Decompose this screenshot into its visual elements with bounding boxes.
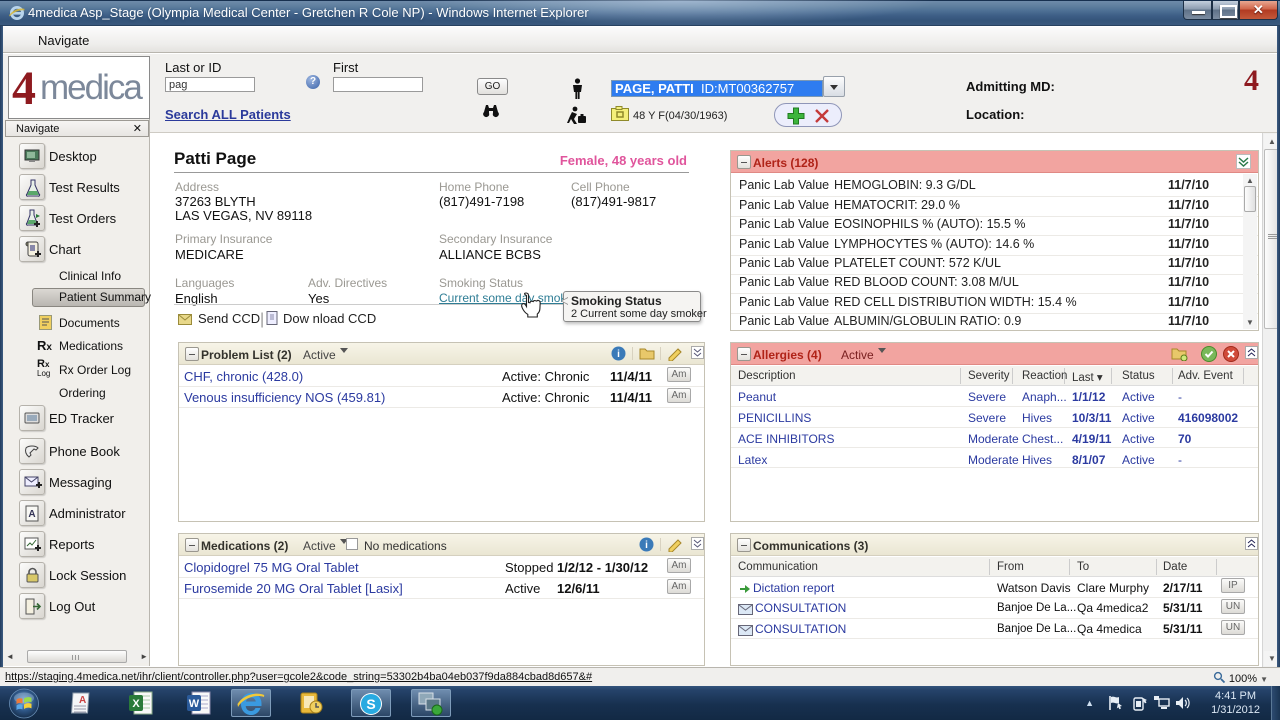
svg-text:W: W [189, 698, 200, 710]
svg-text:A: A [28, 509, 35, 520]
svg-text:A: A [79, 695, 86, 706]
svg-text:S: S [366, 696, 375, 712]
svg-text:i: i [617, 349, 620, 360]
svg-text:i: i [645, 540, 648, 551]
svg-text:X: X [132, 698, 140, 710]
